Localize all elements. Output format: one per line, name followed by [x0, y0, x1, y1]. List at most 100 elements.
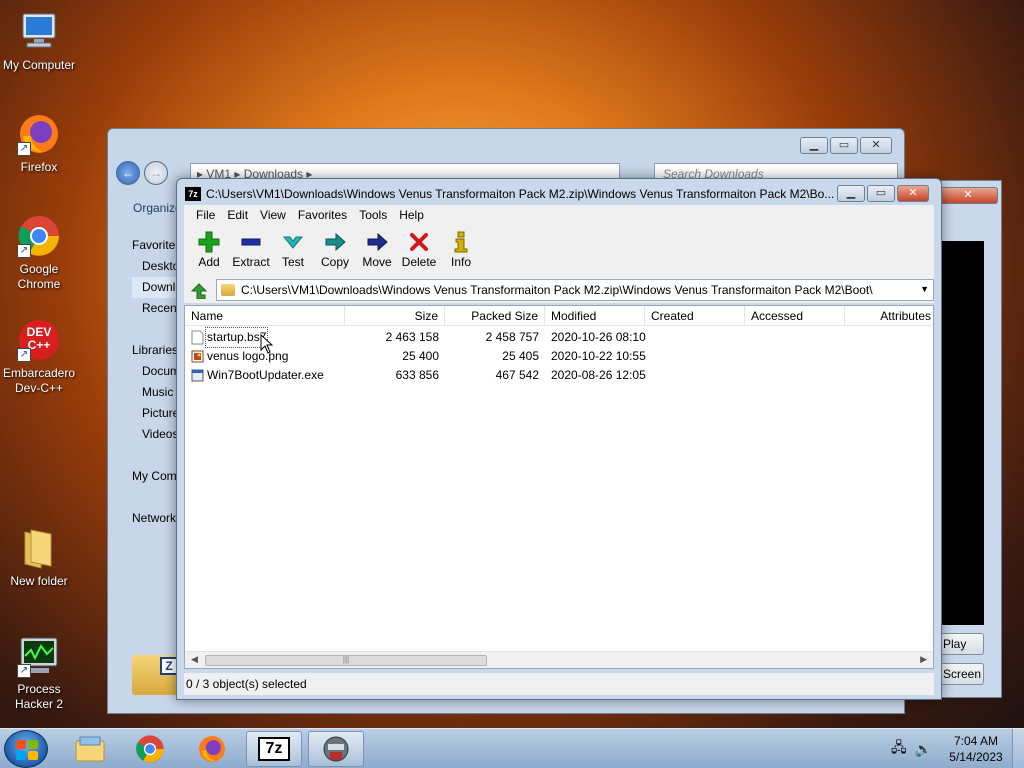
up-arrow-icon — [190, 283, 208, 299]
7zip-logo-icon: 7z — [185, 187, 201, 201]
file-name: venus logo.png — [207, 349, 289, 363]
maximize-button[interactable]: ▭ — [867, 185, 895, 202]
desktop-icon-process-hacker[interactable]: ↗ Process Hacker 2 — [2, 634, 76, 712]
path-input[interactable]: C:\Users\VM1\Downloads\Windows Venus Tra… — [216, 279, 934, 301]
7zip-icon: 7z — [258, 737, 290, 761]
system-tray: 🖧 🔊 7:04 AM 5/14/2023 — [891, 729, 1024, 768]
file-packed-size: 2 458 757 — [485, 330, 539, 344]
desktop-icon-label: My Computer — [2, 58, 76, 72]
process-icon — [323, 736, 349, 762]
show-desktop-button[interactable] — [1012, 729, 1024, 768]
copy-button[interactable]: Copy — [314, 225, 356, 277]
taskbar-explorer[interactable] — [62, 731, 118, 767]
column-attributes[interactable]: Attributes — [845, 306, 933, 326]
firefox-icon: ↗ — [17, 112, 61, 156]
info-label: Info — [450, 255, 471, 269]
column-created[interactable]: Created — [645, 306, 745, 326]
folder-icon — [17, 526, 61, 570]
path-text: C:\Users\VM1\Downloads\Windows Venus Tra… — [241, 283, 873, 297]
chevron-down-icon[interactable]: ▼ — [920, 284, 929, 294]
maximize-button[interactable]: ▭ — [830, 137, 858, 154]
table-row[interactable]: startup.bs7 2 463 158 2 458 757 2020-10-… — [185, 327, 933, 348]
forward-button[interactable]: → — [144, 161, 168, 185]
menu-bar: File Edit View Favorites Tools Help — [184, 205, 934, 225]
check-icon — [272, 231, 314, 253]
volume-icon[interactable]: 🔊 — [915, 741, 932, 758]
up-folder-button[interactable] — [188, 280, 210, 300]
desktop-icon-new-folder[interactable]: New folder — [2, 526, 76, 589]
table-row[interactable]: venus logo.png 25 400 25 405 2020-10-22 … — [185, 347, 933, 366]
delete-button[interactable]: Delete — [398, 225, 440, 277]
play-button[interactable]: Play — [940, 633, 984, 655]
scrollbar-thumb[interactable]: ||| — [205, 655, 487, 666]
explorer-nav: ← → — [116, 161, 168, 185]
menu-tools[interactable]: Tools — [353, 208, 393, 222]
menu-view[interactable]: View — [254, 208, 292, 222]
close-button[interactable]: ✕ — [897, 185, 929, 202]
scroll-left-icon[interactable]: ◀ — [191, 654, 198, 665]
x-icon — [398, 231, 440, 253]
info-icon — [440, 231, 482, 253]
desktop-icon-firefox[interactable]: ↗ Firefox — [2, 112, 76, 175]
background-close-button[interactable]: ✕ — [938, 187, 998, 204]
taskbar-7zip[interactable]: 7z — [246, 731, 302, 767]
minus-icon — [230, 231, 272, 253]
close-button[interactable]: ✕ — [860, 137, 892, 154]
desktop-icon-label: New folder — [10, 574, 68, 588]
toolbar: Add Extract Test Copy Move Delete Info — [184, 225, 934, 277]
window-title: C:\Users\VM1\Downloads\Windows Venus Tra… — [206, 187, 835, 201]
menu-file[interactable]: File — [190, 208, 221, 222]
title-bar: 7z C:\Users\VM1\Downloads\Windows Venus … — [185, 185, 835, 203]
column-size[interactable]: Size — [345, 306, 445, 326]
minimize-button[interactable]: ▁ — [837, 185, 865, 202]
file-size: 633 856 — [395, 368, 439, 382]
info-button[interactable]: Info — [440, 225, 482, 277]
add-button[interactable]: Add — [188, 225, 230, 277]
clock[interactable]: 7:04 AM 5/14/2023 — [940, 733, 1012, 765]
desktop-icon-chrome[interactable]: ↗ Google Chrome — [2, 214, 76, 292]
blank-file-icon — [191, 330, 204, 345]
column-name[interactable]: Name — [185, 306, 345, 326]
column-modified[interactable]: Modified — [545, 306, 645, 326]
menu-edit[interactable]: Edit — [221, 208, 254, 222]
menu-help[interactable]: Help — [393, 208, 430, 222]
start-button[interactable] — [4, 730, 48, 768]
taskbar-chrome[interactable] — [122, 731, 178, 767]
mouse-cursor-icon — [260, 334, 274, 354]
image-file-icon — [191, 350, 204, 363]
copy-arrow-icon — [314, 231, 356, 253]
explorer-icon — [75, 736, 105, 762]
folder-icon — [221, 284, 235, 296]
minimize-button[interactable]: ▁ — [800, 137, 828, 154]
horizontal-scrollbar[interactable]: ◀ ||| ▶ — [185, 651, 933, 668]
taskbar-process-app[interactable] — [308, 731, 364, 767]
extract-button[interactable]: Extract — [230, 225, 272, 277]
desktop-icon-my-computer[interactable]: My Computer — [2, 10, 76, 73]
delete-label: Delete — [401, 255, 437, 269]
column-packed-size[interactable]: Packed Size — [445, 306, 545, 326]
file-size: 25 400 — [402, 349, 439, 363]
chrome-icon: ↗ — [17, 214, 61, 258]
table-row[interactable]: Win7BootUpdater.exe 633 856 467 542 2020… — [185, 366, 933, 385]
back-button[interactable]: ← — [116, 161, 140, 185]
devcpp-icon: DEV C++ ↗ — [17, 318, 61, 362]
column-accessed[interactable]: Accessed — [745, 306, 845, 326]
background-window[interactable]: ✕ Play Screen — [938, 180, 1002, 698]
organize-button[interactable]: Organize — [133, 201, 182, 215]
menu-favorites[interactable]: Favorites — [292, 208, 353, 222]
shortcut-arrow-icon: ↗ — [17, 142, 31, 156]
zip-file-icon: Z — [132, 655, 180, 695]
clock-date: 5/14/2023 — [949, 750, 1003, 764]
network-icon[interactable]: 🖧 — [891, 737, 907, 761]
extract-label: Extract — [232, 255, 270, 269]
column-headers: Name Size Packed Size Modified Created A… — [185, 306, 933, 326]
desktop-icon-label: Google Chrome — [17, 262, 61, 291]
7zip-window[interactable]: 7z C:\Users\VM1\Downloads\Windows Venus … — [176, 178, 942, 700]
desktop-icon-devcpp[interactable]: DEV C++ ↗ Embarcadero Dev-C++ — [2, 318, 76, 396]
taskbar-firefox[interactable] — [184, 731, 240, 767]
taskbar: 7z 🖧 🔊 7:04 AM 5/14/2023 — [0, 728, 1024, 768]
screen-button[interactable]: Screen — [940, 663, 984, 685]
scroll-right-icon[interactable]: ▶ — [920, 654, 927, 665]
move-button[interactable]: Move — [356, 225, 398, 277]
test-button[interactable]: Test — [272, 225, 314, 277]
